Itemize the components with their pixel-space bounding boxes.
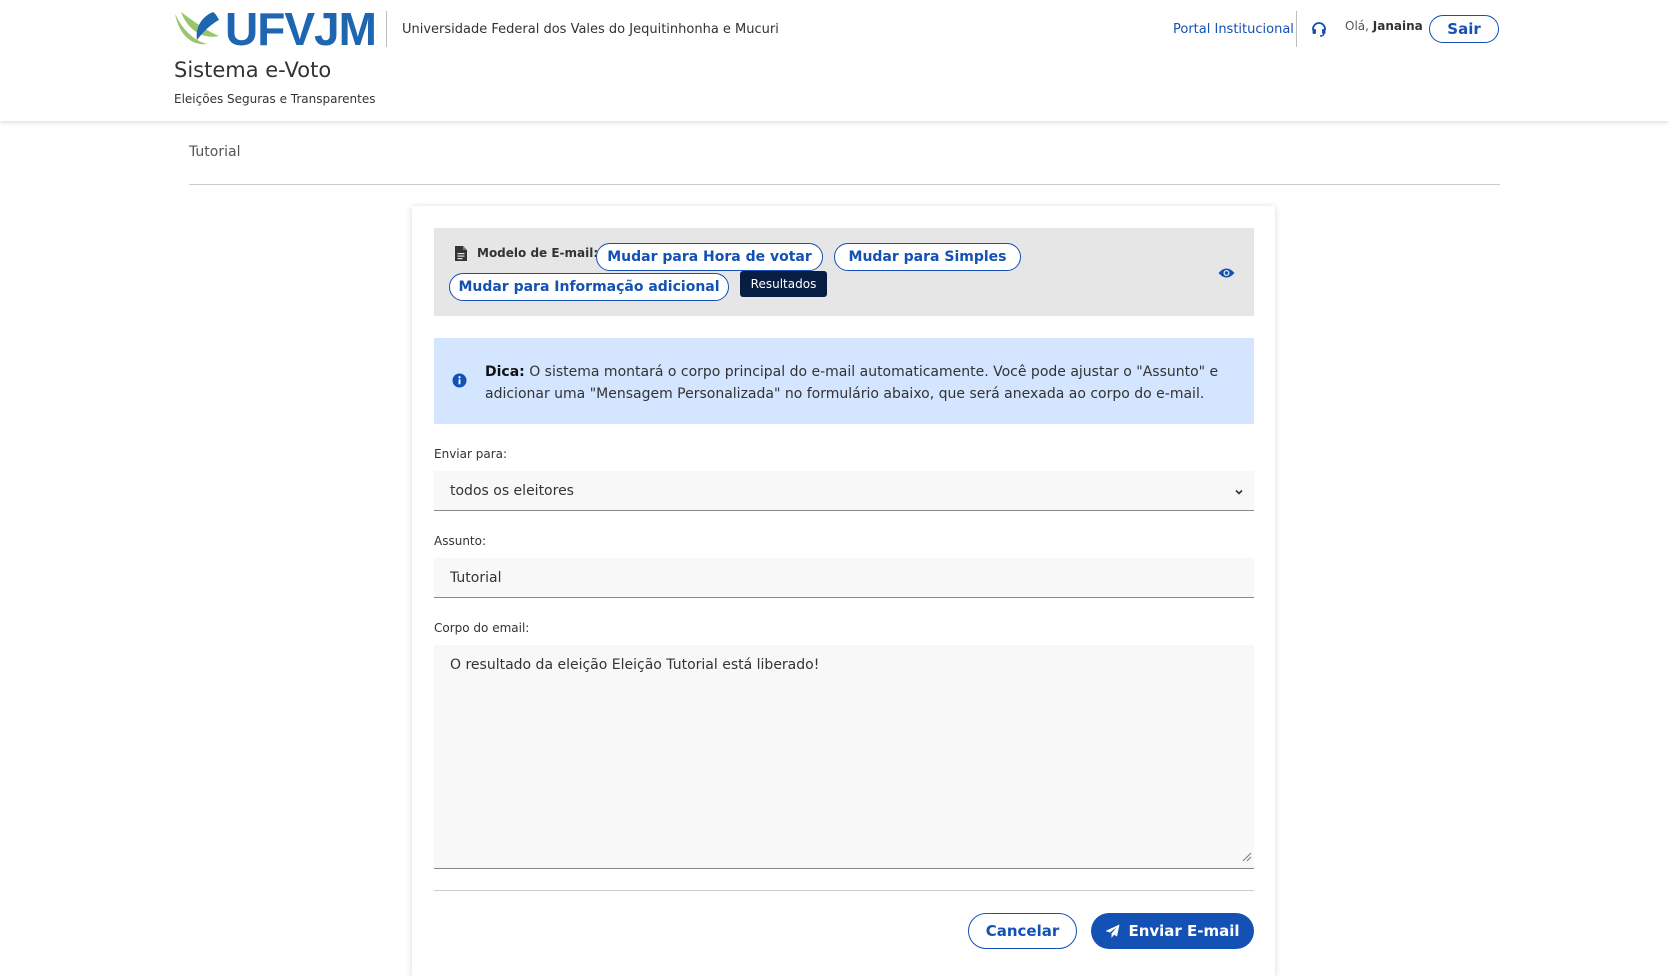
site-header: UFVJM Universidade Federal dos Vales do … xyxy=(0,0,1669,121)
subject-input[interactable]: Tutorial xyxy=(434,558,1254,598)
info-icon xyxy=(452,373,467,392)
cancel-button[interactable]: Cancelar xyxy=(968,913,1077,949)
send-to-select[interactable]: todos os eleitores xyxy=(434,471,1254,511)
send-to-label: Enviar para: xyxy=(434,447,508,461)
greeting-prefix: Olá, xyxy=(1345,19,1373,33)
tip-title: Dica: xyxy=(485,364,525,380)
send-email-label: Enviar E-mail xyxy=(1128,922,1240,940)
tip-text: Dica: O sistema montará o corpo principa… xyxy=(485,361,1225,405)
ufvjm-leaf-icon xyxy=(175,12,219,45)
body-value: O resultado da eleição Eleição Tutorial … xyxy=(450,657,820,673)
subject-label: Assunto: xyxy=(434,534,487,548)
system-subtitle: Eleições Seguras e Transparentes xyxy=(174,92,376,106)
university-name: Universidade Federal dos Vales do Jequit… xyxy=(402,22,779,37)
paper-plane-icon xyxy=(1105,924,1120,938)
subject-value: Tutorial xyxy=(450,569,502,586)
system-title: Sistema e-Voto xyxy=(174,58,332,82)
actions-divider xyxy=(434,890,1254,891)
logo-text: UFVJM xyxy=(225,3,377,55)
user-greeting: Olá, Janaina xyxy=(1345,19,1423,33)
send-to-value: todos os eleitores xyxy=(450,482,574,499)
breadcrumb: Tutorial xyxy=(189,144,241,160)
logout-button[interactable]: Sair xyxy=(1429,15,1499,43)
portal-institucional-link[interactable]: Portal Institucional xyxy=(1173,22,1294,37)
header-divider-right xyxy=(1296,11,1297,47)
body-textarea[interactable]: O resultado da eleição Eleição Tutorial … xyxy=(434,645,1254,869)
body-label: Corpo do email: xyxy=(434,621,530,635)
template-simples-button[interactable]: Mudar para Simples xyxy=(834,243,1021,271)
send-email-button[interactable]: Enviar E-mail xyxy=(1091,913,1254,949)
chevron-down-icon xyxy=(1234,485,1244,501)
email-template-label: Modelo de E-mail: xyxy=(477,246,599,260)
user-name: Janaina xyxy=(1372,19,1423,33)
template-informacao-adicional-button[interactable]: Mudar para Informação adicional xyxy=(449,273,729,301)
eye-icon[interactable] xyxy=(1218,264,1235,283)
current-template-tooltip: Resultados xyxy=(740,271,827,297)
headset-icon[interactable] xyxy=(1311,21,1327,41)
document-icon xyxy=(455,246,467,265)
page-divider xyxy=(189,184,1500,185)
ufvjm-logo[interactable]: UFVJM xyxy=(173,3,377,55)
template-hora-de-votar-button[interactable]: Mudar para Hora de votar xyxy=(596,243,823,271)
header-divider xyxy=(386,11,387,47)
tip-body: O sistema montará o corpo principal do e… xyxy=(485,364,1219,402)
resize-handle-icon[interactable] xyxy=(1242,850,1252,866)
email-template-bar xyxy=(434,228,1254,316)
